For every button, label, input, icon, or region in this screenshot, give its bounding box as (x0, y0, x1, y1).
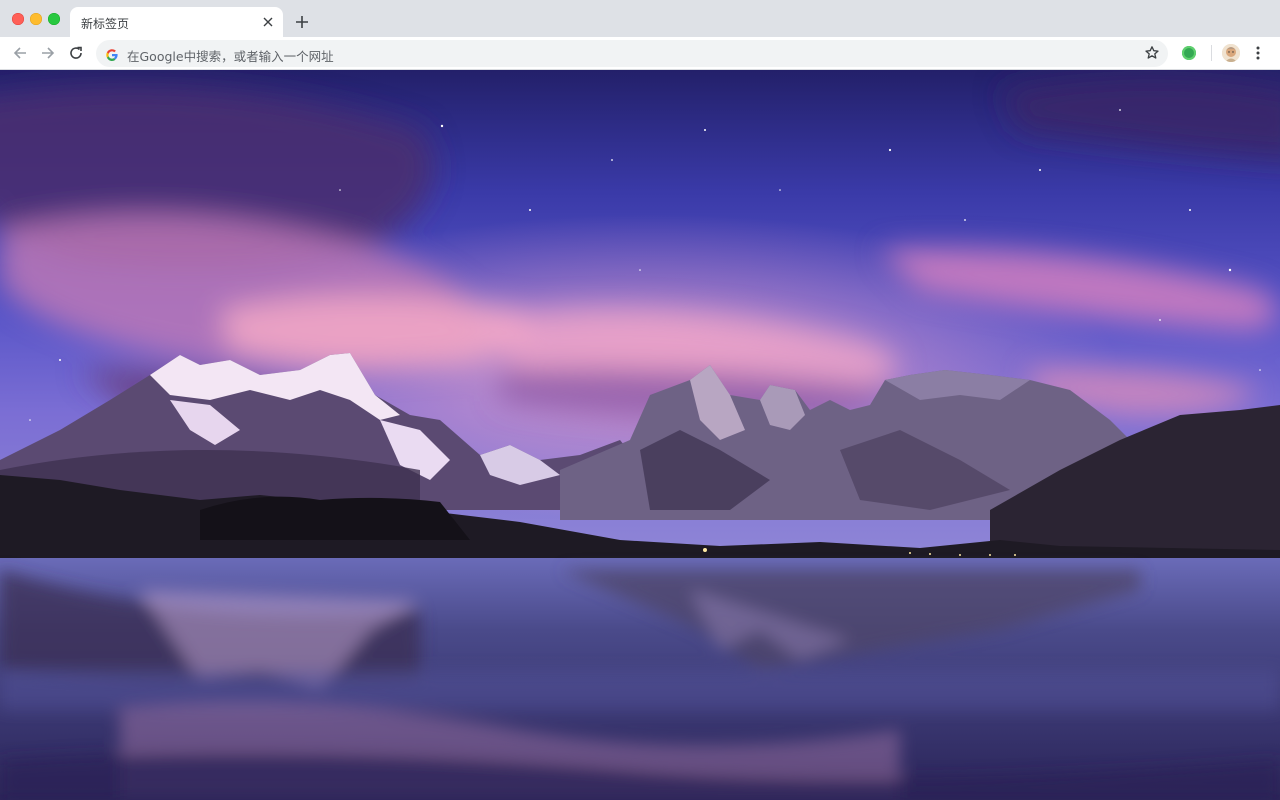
green-circle-icon[interactable] (1182, 46, 1196, 60)
google-g-icon (105, 47, 119, 61)
arrow-left-icon[interactable] (10, 43, 30, 63)
address-bar[interactable]: 在Google中搜索，或者输入一个网址 (96, 40, 1168, 67)
omnibox-placeholder: 在Google中搜索，或者输入一个网址 (127, 49, 334, 64)
close-icon[interactable] (261, 15, 275, 29)
plus-icon[interactable] (292, 12, 312, 32)
window-close-button[interactable] (12, 13, 24, 25)
window-maximize-button[interactable] (48, 13, 60, 25)
new-tab-wallpaper (0, 70, 1280, 800)
toolbar-divider (1211, 45, 1212, 61)
kebab-menu-icon[interactable] (1254, 45, 1262, 61)
avatar[interactable] (1222, 44, 1240, 62)
reload-icon[interactable] (66, 43, 86, 63)
toolbar: 在Google中搜索，或者输入一个网址 (0, 37, 1280, 70)
tab-title: 新标签页 (81, 17, 130, 31)
tab-new-tab[interactable]: 新标签页 (70, 7, 283, 37)
tab-strip: 新标签页 (0, 0, 1280, 37)
browser-window: 新标签页 在Google中搜索，或者输入一个网址 (0, 0, 1280, 800)
star-icon[interactable] (1144, 45, 1160, 61)
arrow-right-icon[interactable] (38, 43, 58, 63)
window-minimize-button[interactable] (30, 13, 42, 25)
